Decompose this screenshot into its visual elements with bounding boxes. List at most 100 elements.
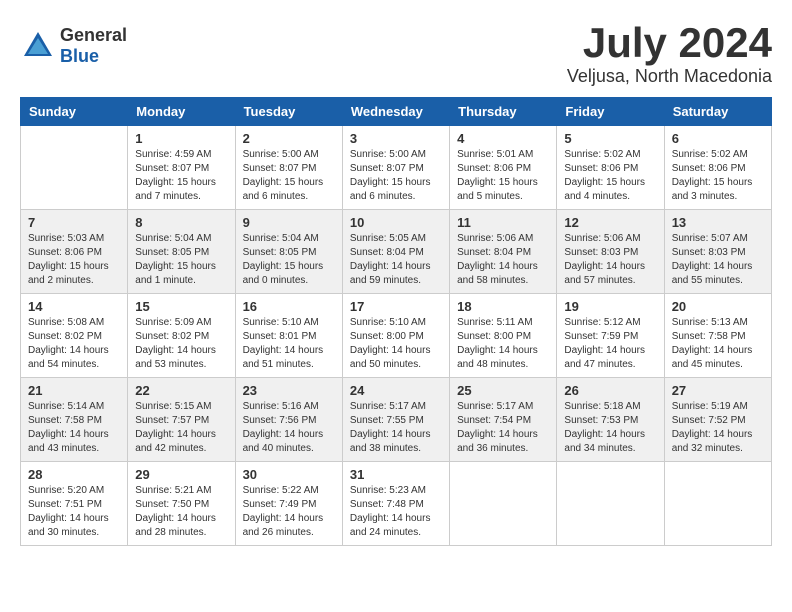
day-number: 31 (350, 467, 442, 482)
day-info: Sunrise: 5:02 AM Sunset: 8:06 PM Dayligh… (564, 148, 656, 204)
calendar-cell (21, 126, 128, 210)
day-info: Sunrise: 5:05 AM Sunset: 8:04 PM Dayligh… (350, 232, 442, 288)
weekday-header-saturday: Saturday (664, 98, 771, 126)
day-info: Sunrise: 5:23 AM Sunset: 7:48 PM Dayligh… (350, 484, 442, 540)
day-number: 26 (564, 383, 656, 398)
day-number: 11 (457, 215, 549, 230)
calendar-cell: 3 Sunrise: 5:00 AM Sunset: 8:07 PM Daylig… (342, 126, 449, 210)
day-number: 5 (564, 131, 656, 146)
day-info: Sunrise: 5:20 AM Sunset: 7:51 PM Dayligh… (28, 484, 120, 540)
calendar-week-row: 28 Sunrise: 5:20 AM Sunset: 7:51 PM Dayli… (21, 462, 772, 546)
day-number: 21 (28, 383, 120, 398)
calendar-cell: 8 Sunrise: 5:04 AM Sunset: 8:05 PM Daylig… (128, 210, 235, 294)
day-number: 24 (350, 383, 442, 398)
day-number: 17 (350, 299, 442, 314)
day-info: Sunrise: 5:04 AM Sunset: 8:05 PM Dayligh… (135, 232, 227, 288)
day-number: 9 (243, 215, 335, 230)
day-info: Sunrise: 5:02 AM Sunset: 8:06 PM Dayligh… (672, 148, 764, 204)
weekday-header-friday: Friday (557, 98, 664, 126)
month-title: July 2024 (567, 20, 772, 66)
day-info: Sunrise: 5:00 AM Sunset: 8:07 PM Dayligh… (350, 148, 442, 204)
day-number: 7 (28, 215, 120, 230)
day-info: Sunrise: 5:04 AM Sunset: 8:05 PM Dayligh… (243, 232, 335, 288)
calendar-cell: 12 Sunrise: 5:06 AM Sunset: 8:03 PM Dayli… (557, 210, 664, 294)
calendar-cell: 15Sunrise: 5:09 AM Sunset: 8:02 PM Dayli… (128, 294, 235, 378)
calendar-cell (664, 462, 771, 546)
title-block: July 2024 Veljusa, North Macedonia (567, 20, 772, 87)
day-info: Sunrise: 5:06 AM Sunset: 8:04 PM Dayligh… (457, 232, 549, 288)
logo-general-text: General (60, 25, 127, 46)
day-info: Sunrise: 5:06 AM Sunset: 8:03 PM Dayligh… (564, 232, 656, 288)
day-number: 10 (350, 215, 442, 230)
day-info: Sunrise: 5:03 AM Sunset: 8:06 PM Dayligh… (28, 232, 120, 288)
calendar-week-row: 7 Sunrise: 5:03 AM Sunset: 8:06 PM Daylig… (21, 210, 772, 294)
calendar-table: SundayMondayTuesdayWednesdayThursdayFrid… (20, 97, 772, 546)
day-number: 30 (243, 467, 335, 482)
calendar-cell: 4Sunrise: 5:01 AM Sunset: 8:06 PM Daylig… (450, 126, 557, 210)
calendar-cell: 5 Sunrise: 5:02 AM Sunset: 8:06 PM Daylig… (557, 126, 664, 210)
day-info: Sunrise: 5:09 AM Sunset: 8:02 PM Dayligh… (135, 316, 227, 372)
calendar-week-row: 14 Sunrise: 5:08 AM Sunset: 8:02 PM Dayli… (21, 294, 772, 378)
day-number: 19 (564, 299, 656, 314)
calendar-cell: 2 Sunrise: 5:00 AM Sunset: 8:07 PM Daylig… (235, 126, 342, 210)
calendar-cell: 16Sunrise: 5:10 AM Sunset: 8:01 PM Dayli… (235, 294, 342, 378)
calendar-cell: 14 Sunrise: 5:08 AM Sunset: 8:02 PM Dayli… (21, 294, 128, 378)
calendar-cell: 23Sunrise: 5:16 AM Sunset: 7:56 PM Dayli… (235, 378, 342, 462)
calendar-cell: 9 Sunrise: 5:04 AM Sunset: 8:05 PM Daylig… (235, 210, 342, 294)
calendar-cell: 25Sunrise: 5:17 AM Sunset: 7:54 PM Dayli… (450, 378, 557, 462)
day-info: Sunrise: 5:00 AM Sunset: 8:07 PM Dayligh… (243, 148, 335, 204)
day-number: 28 (28, 467, 120, 482)
day-number: 8 (135, 215, 227, 230)
day-info: Sunrise: 5:14 AM Sunset: 7:58 PM Dayligh… (28, 400, 120, 456)
day-info: Sunrise: 5:11 AM Sunset: 8:00 PM Dayligh… (457, 316, 549, 372)
day-info: Sunrise: 5:19 AM Sunset: 7:52 PM Dayligh… (672, 400, 764, 456)
page-header: General Blue July 2024 Veljusa, North Ma… (20, 20, 772, 87)
day-info: Sunrise: 5:01 AM Sunset: 8:06 PM Dayligh… (457, 148, 549, 204)
day-number: 22 (135, 383, 227, 398)
location-subtitle: Veljusa, North Macedonia (567, 66, 772, 87)
calendar-cell: 30 Sunrise: 5:22 AM Sunset: 7:49 PM Dayli… (235, 462, 342, 546)
calendar-header: SundayMondayTuesdayWednesdayThursdayFrid… (21, 98, 772, 126)
calendar-cell: 6 Sunrise: 5:02 AM Sunset: 8:06 PM Daylig… (664, 126, 771, 210)
logo: General Blue (20, 25, 127, 67)
calendar-cell: 28 Sunrise: 5:20 AM Sunset: 7:51 PM Dayli… (21, 462, 128, 546)
day-info: Sunrise: 5:12 AM Sunset: 7:59 PM Dayligh… (564, 316, 656, 372)
day-number: 20 (672, 299, 764, 314)
logo-icon (20, 28, 56, 64)
logo-blue-text: Blue (60, 46, 127, 67)
day-info: Sunrise: 5:07 AM Sunset: 8:03 PM Dayligh… (672, 232, 764, 288)
day-number: 2 (243, 131, 335, 146)
day-number: 6 (672, 131, 764, 146)
day-info: Sunrise: 5:10 AM Sunset: 8:00 PM Dayligh… (350, 316, 442, 372)
calendar-cell: 13Sunrise: 5:07 AM Sunset: 8:03 PM Dayli… (664, 210, 771, 294)
calendar-cell: 29 Sunrise: 5:21 AM Sunset: 7:50 PM Dayli… (128, 462, 235, 546)
day-number: 14 (28, 299, 120, 314)
calendar-week-row: 1Sunrise: 4:59 AM Sunset: 8:07 PM Daylig… (21, 126, 772, 210)
day-info: Sunrise: 5:17 AM Sunset: 7:54 PM Dayligh… (457, 400, 549, 456)
day-info: Sunrise: 4:59 AM Sunset: 8:07 PM Dayligh… (135, 148, 227, 204)
calendar-cell: 20 Sunrise: 5:13 AM Sunset: 7:58 PM Dayli… (664, 294, 771, 378)
day-number: 16 (243, 299, 335, 314)
calendar-cell: 10 Sunrise: 5:05 AM Sunset: 8:04 PM Dayli… (342, 210, 449, 294)
calendar-cell: 31 Sunrise: 5:23 AM Sunset: 7:48 PM Dayli… (342, 462, 449, 546)
calendar-cell (450, 462, 557, 546)
day-number: 3 (350, 131, 442, 146)
day-info: Sunrise: 5:21 AM Sunset: 7:50 PM Dayligh… (135, 484, 227, 540)
day-info: Sunrise: 5:17 AM Sunset: 7:55 PM Dayligh… (350, 400, 442, 456)
day-info: Sunrise: 5:13 AM Sunset: 7:58 PM Dayligh… (672, 316, 764, 372)
logo-text: General Blue (60, 25, 127, 67)
day-info: Sunrise: 5:22 AM Sunset: 7:49 PM Dayligh… (243, 484, 335, 540)
day-number: 12 (564, 215, 656, 230)
calendar-cell: 26Sunrise: 5:18 AM Sunset: 7:53 PM Dayli… (557, 378, 664, 462)
day-info: Sunrise: 5:15 AM Sunset: 7:57 PM Dayligh… (135, 400, 227, 456)
calendar-body: 1Sunrise: 4:59 AM Sunset: 8:07 PM Daylig… (21, 126, 772, 546)
day-info: Sunrise: 5:08 AM Sunset: 8:02 PM Dayligh… (28, 316, 120, 372)
calendar-cell: 21 Sunrise: 5:14 AM Sunset: 7:58 PM Dayli… (21, 378, 128, 462)
weekday-header-thursday: Thursday (450, 98, 557, 126)
calendar-week-row: 21 Sunrise: 5:14 AM Sunset: 7:58 PM Dayli… (21, 378, 772, 462)
calendar-cell: 27Sunrise: 5:19 AM Sunset: 7:52 PM Dayli… (664, 378, 771, 462)
calendar-cell: 17 Sunrise: 5:10 AM Sunset: 8:00 PM Dayli… (342, 294, 449, 378)
weekday-header-tuesday: Tuesday (235, 98, 342, 126)
day-number: 29 (135, 467, 227, 482)
weekday-row: SundayMondayTuesdayWednesdayThursdayFrid… (21, 98, 772, 126)
